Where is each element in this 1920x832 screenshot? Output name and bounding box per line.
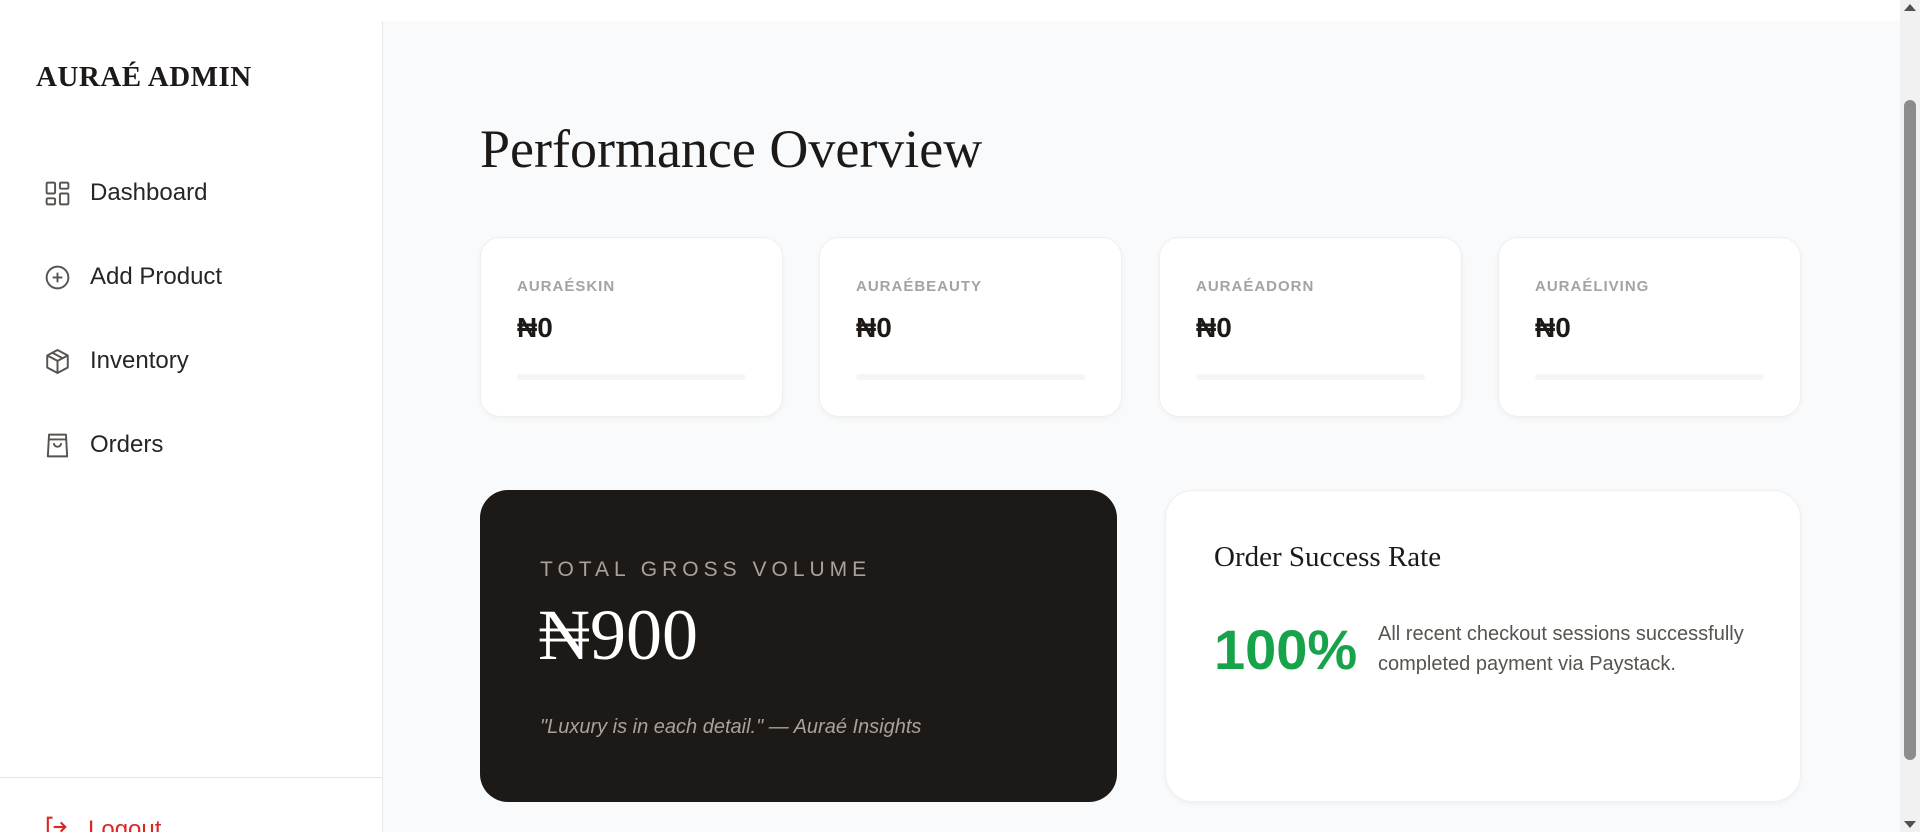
sidebar-item-label: Orders: [90, 431, 164, 458]
box-icon: [42, 346, 72, 376]
total-gross-volume-card: TOTAL GROSS VOLUME ₦900 "Luxury is in ea…: [480, 490, 1117, 802]
progress-bar: [1196, 374, 1425, 380]
progress-bar: [517, 374, 746, 380]
sidebar-divider: [0, 777, 382, 778]
progress-bar: [856, 374, 1085, 380]
sidebar-item-inventory[interactable]: Inventory: [0, 319, 382, 403]
app-window: AURAÉ ADMIN Dashboard Add Product Invent…: [0, 21, 1920, 832]
main-content: Performance Overview AURAÉSKIN ₦0 AURAÉB…: [383, 21, 1920, 832]
vertical-scrollbar[interactable]: [1900, 0, 1920, 832]
stat-card-value: ₦0: [1196, 312, 1232, 343]
success-title: Order Success Rate: [1214, 541, 1442, 573]
success-description: All recent checkout sessions successfull…: [1378, 623, 1744, 675]
shopping-bag-icon: [42, 430, 72, 460]
logout-label: Logout: [88, 815, 162, 832]
page-title: Performance Overview: [480, 119, 983, 179]
dashboard-icon: [42, 178, 72, 208]
stat-card-name: AURAÉBEAUTY: [856, 278, 983, 295]
brand-logo: AURAÉ ADMIN: [36, 61, 252, 93]
stat-card-auraeadorn: AURAÉADORN ₦0: [1159, 237, 1462, 417]
stat-card-value: ₦0: [856, 312, 892, 343]
scroll-up-arrow-icon[interactable]: [1904, 4, 1916, 11]
sidebar-item-label: Dashboard: [90, 179, 208, 206]
plus-circle-icon: [42, 262, 72, 292]
gross-quote: "Luxury is in each detail." — Auraé Insi…: [540, 716, 922, 738]
sidebar-item-orders[interactable]: Orders: [0, 403, 382, 487]
stat-card-value: ₦0: [1535, 312, 1571, 343]
gross-label: TOTAL GROSS VOLUME: [540, 558, 872, 581]
sidebar: AURAÉ ADMIN Dashboard Add Product Invent…: [0, 21, 383, 832]
success-rate-value: 100%: [1214, 618, 1358, 681]
stat-card-name: AURAÉSKIN: [517, 278, 616, 295]
sidebar-item-dashboard[interactable]: Dashboard: [0, 151, 382, 235]
logout-button[interactable]: Logout: [42, 813, 161, 832]
logout-icon: [42, 813, 70, 832]
gross-amount: ₦900: [538, 595, 698, 675]
stat-card-name: AURAÉADORN: [1196, 278, 1315, 295]
scroll-thumb[interactable]: [1904, 100, 1916, 760]
stat-card-value: ₦0: [517, 312, 553, 343]
sidebar-item-label: Inventory: [90, 347, 189, 374]
stat-card-auraeliving: AURAÉLIVING ₦0: [1498, 237, 1801, 417]
progress-bar: [1535, 374, 1764, 380]
stat-card-name: AURAÉLIVING: [1535, 278, 1650, 295]
sidebar-item-label: Add Product: [90, 263, 223, 290]
sidebar-nav: Dashboard Add Product Inventory Orders: [0, 151, 382, 487]
stat-card-auraeskin: AURAÉSKIN ₦0: [480, 237, 783, 417]
stat-card-auraebeauty: AURAÉBEAUTY ₦0: [819, 237, 1122, 417]
scroll-down-arrow-icon[interactable]: [1904, 821, 1916, 828]
order-success-rate-card: Order Success Rate 100% All recent check…: [1165, 490, 1801, 802]
sidebar-item-add-product[interactable]: Add Product: [0, 235, 382, 319]
